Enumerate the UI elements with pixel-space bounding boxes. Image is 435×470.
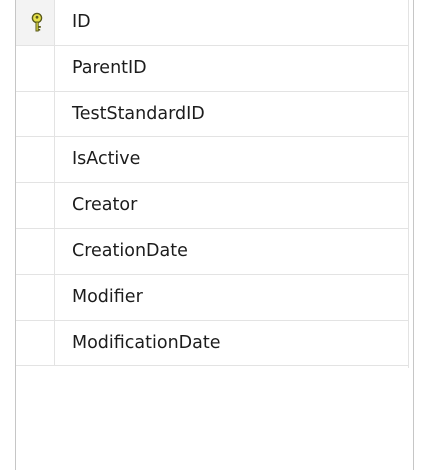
column-name[interactable]: TestStandardID xyxy=(72,92,205,138)
row-selector[interactable] xyxy=(16,137,55,183)
column-name[interactable]: ID xyxy=(72,0,91,46)
row-selector[interactable] xyxy=(16,0,55,45)
column-list: ID ParentID TestStandardID IsActive Crea… xyxy=(16,0,408,367)
column-row-creator[interactable]: Creator xyxy=(16,183,408,229)
primary-key-icon xyxy=(31,12,43,32)
column-name[interactable]: IsActive xyxy=(72,137,140,183)
column-row-isactive[interactable]: IsActive xyxy=(16,137,408,184)
row-selector[interactable] xyxy=(16,45,55,91)
row-selector[interactable] xyxy=(16,320,55,366)
column-row-modificationdate[interactable]: ModificationDate xyxy=(16,320,408,367)
column-name[interactable]: ParentID xyxy=(72,46,147,92)
column-name[interactable]: ModificationDate xyxy=(72,321,221,367)
row-selector[interactable] xyxy=(16,183,55,228)
row-selector[interactable] xyxy=(16,228,55,274)
grid-divider xyxy=(408,0,409,368)
column-name[interactable]: Modifier xyxy=(72,275,143,321)
column-row-teststandardid[interactable]: TestStandardID xyxy=(16,91,408,138)
column-name[interactable]: CreationDate xyxy=(72,229,188,275)
column-row-modifier[interactable]: Modifier xyxy=(16,274,408,321)
column-name[interactable]: Creator xyxy=(72,183,137,229)
row-selector[interactable] xyxy=(16,91,55,137)
column-row-parentid[interactable]: ParentID xyxy=(16,45,408,92)
row-selector[interactable] xyxy=(16,274,55,320)
column-row-id[interactable]: ID xyxy=(16,0,408,46)
column-row-creationdate[interactable]: CreationDate xyxy=(16,228,408,275)
table-designer-panel: ID ParentID TestStandardID IsActive Crea… xyxy=(15,0,414,470)
